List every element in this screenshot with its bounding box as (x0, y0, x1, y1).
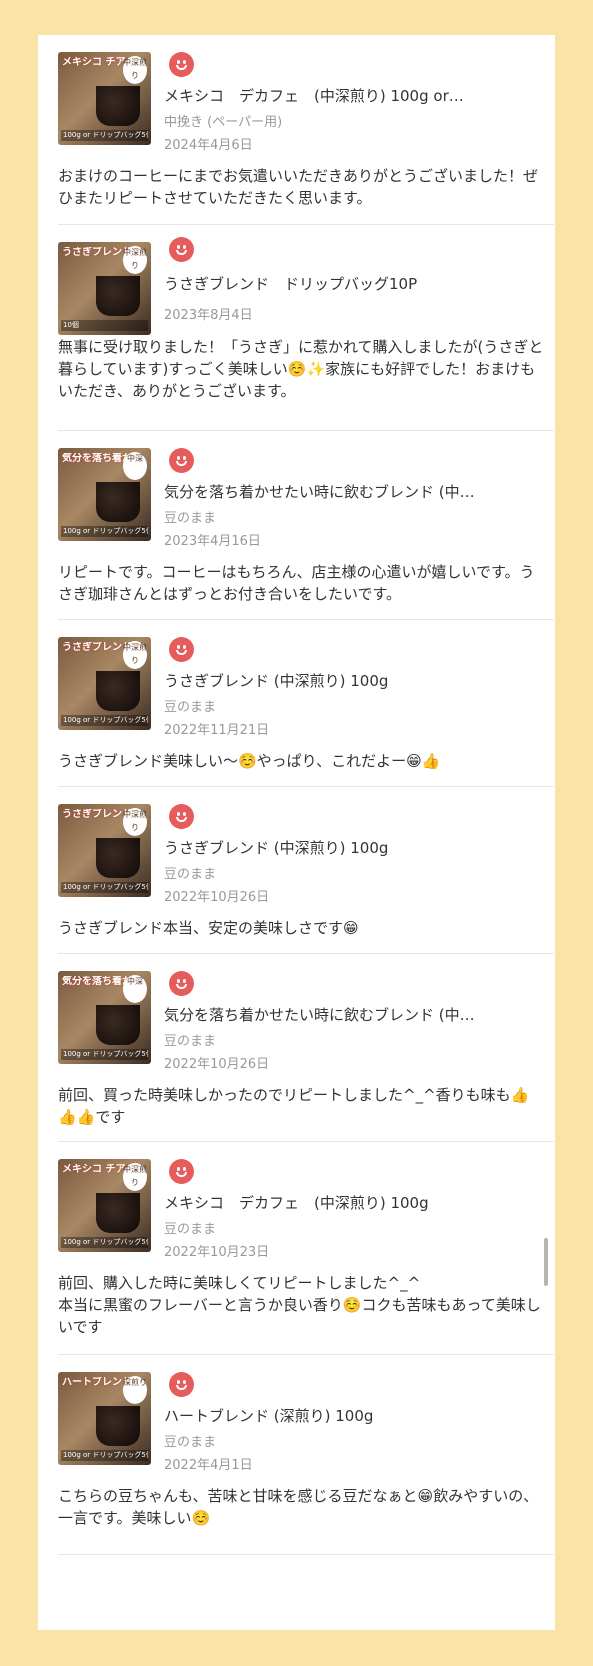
product-variant: 中挽き (ペーパー用) (164, 115, 283, 130)
roast-badge: 中深煎り (123, 1163, 147, 1191)
product-title[interactable]: うさぎブレンド ドリップバッグ10P (164, 273, 546, 294)
reviewer-avatar-icon (169, 804, 194, 829)
reviewer-avatar-icon (169, 1372, 194, 1397)
roast-badge: 中深 (123, 452, 147, 480)
review-date: 2022年10月26日 (164, 890, 270, 905)
thumbnail-footer: 100g or ドリップバッグ5個 (61, 715, 148, 726)
coffee-beans-image (96, 1406, 140, 1446)
roast-badge: 中深 (123, 975, 147, 1003)
reviewer-avatar-icon (169, 52, 194, 77)
review-comment: 前回、購入した時に美味しくてリピートしました^_^ 本当に黒蜜のフレーバーと言う… (58, 1274, 541, 1336)
product-variant: 豆のまま (164, 511, 217, 526)
review-comment: リピートです。コーヒーはもちろん、店主様の心遣いが嬉しいです。うさぎ珈琲さんとは… (58, 563, 535, 603)
reviewer-avatar-icon (169, 637, 194, 662)
review-comment: おまけのコーヒーにまでお気遣いいただきありがとうございました！ぜひまたリピートさ… (58, 167, 539, 207)
thumbnail-footer: 100g or ドリップバッグ5個 (61, 526, 148, 537)
review-date: 2023年8月4日 (164, 308, 253, 323)
product-title[interactable]: 気分を落ち着かせたい時に飲むブレンド (中… (164, 1004, 546, 1025)
product-thumbnail[interactable]: メキシコ チアパス デカフェ 中深煎り 100g or ドリップバッグ5個 (58, 1159, 151, 1252)
review-item: ハートブレンド 深煎り 100g or ドリップバッグ5個 ハートブレンド (深… (58, 1355, 554, 1555)
review-comment: うさぎブレンド本当、安定の美味しさです😁 (58, 919, 359, 937)
review-item: うさぎブレンド 中深煎り 100g or ドリップバッグ5個 うさぎブレンド (… (58, 787, 554, 954)
review-item: メキシコ チアパス デカフェ 中深煎り 100g or ドリップバッグ5個 メキ… (58, 35, 554, 225)
reviewer-avatar-icon (169, 971, 194, 996)
roast-badge: 中深煎り (123, 56, 147, 84)
coffee-beans-image (96, 482, 140, 522)
product-title[interactable]: うさぎブレンド (中深煎り) 100g (164, 837, 546, 858)
review-date: 2022年10月26日 (164, 1057, 270, 1072)
product-variant: 豆のまま (164, 1034, 217, 1049)
coffee-beans-image (96, 671, 140, 711)
review-item: うさぎブレンド ドリップパック 中深煎り 10個 うさぎブレンド ドリップバッグ… (58, 225, 554, 431)
coffee-beans-image (96, 1193, 140, 1233)
review-item: 気分を落ち着かせたい時に飲むブレンド 中深 100g or ドリップバッグ5個 … (58, 954, 554, 1142)
thumbnail-footer: 100g or ドリップバッグ5個 (61, 882, 148, 893)
review-comment: うさぎブレンド美味しい〜☺️やっぱり、これだよー😁👍 (58, 752, 441, 770)
roast-badge: 中深煎り (123, 641, 147, 669)
roast-badge: 中深煎り (123, 808, 147, 836)
product-title[interactable]: うさぎブレンド (中深煎り) 100g (164, 670, 546, 691)
roast-badge: 中深煎り (123, 246, 147, 274)
reviews-panel[interactable]: メキシコ チアパス デカフェ 中深煎り 100g or ドリップバッグ5個 メキ… (38, 35, 555, 1630)
product-variant: 豆のまま (164, 867, 217, 882)
coffee-beans-image (96, 86, 140, 126)
product-title[interactable]: メキシコ デカフェ (中深煎り) 100g (164, 1192, 546, 1213)
product-title[interactable]: ハートブレンド (深煎り) 100g (164, 1405, 546, 1426)
review-date: 2022年4月1日 (164, 1458, 253, 1473)
thumbnail-caption: メキシコ チアパス デカフェ (62, 57, 131, 68)
roast-badge: 深煎り (123, 1376, 147, 1404)
thumbnail-caption: ハートブレンド (62, 1377, 131, 1388)
coffee-beans-image (96, 838, 140, 878)
review-comment: 無事に受け取りました！「うさぎ」に惹かれて購入しましたが(うさぎと暮らしています… (58, 338, 544, 400)
thumbnail-caption: 気分を落ち着かせたい時に飲むブレンド (62, 453, 131, 464)
review-item: メキシコ チアパス デカフェ 中深煎り 100g or ドリップバッグ5個 メキ… (58, 1142, 554, 1355)
review-item: 気分を落ち着かせたい時に飲むブレンド 中深 100g or ドリップバッグ5個 … (58, 431, 554, 620)
review-date: 2024年4月6日 (164, 138, 253, 153)
product-thumbnail[interactable]: うさぎブレンド 中深煎り 100g or ドリップバッグ5個 (58, 804, 151, 897)
thumbnail-footer: 100g or ドリップバッグ5個 (61, 1049, 148, 1060)
product-thumbnail[interactable]: メキシコ チアパス デカフェ 中深煎り 100g or ドリップバッグ5個 (58, 52, 151, 145)
thumbnail-footer: 100g or ドリップバッグ5個 (61, 1450, 148, 1461)
thumbnail-footer: 100g or ドリップバッグ5個 (61, 1237, 148, 1248)
thumbnail-caption: うさぎブレンド ドリップパック (62, 247, 131, 258)
review-date: 2022年11月21日 (164, 723, 270, 738)
coffee-beans-image (96, 276, 140, 316)
thumbnail-caption: 気分を落ち着かせたい時に飲むブレンド (62, 976, 131, 987)
reviewer-avatar-icon (169, 1159, 194, 1184)
review-date: 2023年4月16日 (164, 534, 261, 549)
coffee-beans-image (96, 1005, 140, 1045)
product-title[interactable]: 気分を落ち着かせたい時に飲むブレンド (中… (164, 481, 546, 502)
product-title[interactable]: メキシコ デカフェ (中深煎り) 100g or… (164, 85, 546, 106)
product-thumbnail[interactable]: 気分を落ち着かせたい時に飲むブレンド 中深 100g or ドリップバッグ5個 (58, 448, 151, 541)
product-variant: 豆のまま (164, 700, 217, 715)
thumbnail-footer: 10個 (61, 320, 148, 331)
product-variant: 豆のまま (164, 1222, 217, 1237)
product-variant: 豆のまま (164, 1435, 217, 1450)
scrollbar-thumb[interactable] (544, 1238, 548, 1286)
review-comment: 前回、買った時美味しかったのでリピートしました^_^香りも味も👍👍👍です (58, 1086, 530, 1126)
product-thumbnail[interactable]: うさぎブレンド ドリップパック 中深煎り 10個 (58, 242, 151, 335)
reviewer-avatar-icon (169, 448, 194, 473)
product-thumbnail[interactable]: ハートブレンド 深煎り 100g or ドリップバッグ5個 (58, 1372, 151, 1465)
reviewer-avatar-icon (169, 237, 194, 262)
thumbnail-caption: メキシコ チアパス デカフェ (62, 1164, 131, 1175)
review-date: 2022年10月23日 (164, 1245, 270, 1260)
product-thumbnail[interactable]: 気分を落ち着かせたい時に飲むブレンド 中深 100g or ドリップバッグ5個 (58, 971, 151, 1064)
review-comment: こちらの豆ちゃんも、苦味と甘味を感じる豆だなぁと😁飲みやすいの、一言です。美味し… (58, 1487, 539, 1527)
thumbnail-caption: うさぎブレンド (62, 642, 131, 653)
thumbnail-caption: うさぎブレンド (62, 809, 131, 820)
product-thumbnail[interactable]: うさぎブレンド 中深煎り 100g or ドリップバッグ5個 (58, 637, 151, 730)
thumbnail-footer: 100g or ドリップバッグ5個 (61, 130, 148, 141)
review-item: うさぎブレンド 中深煎り 100g or ドリップバッグ5個 うさぎブレンド (… (58, 620, 554, 787)
